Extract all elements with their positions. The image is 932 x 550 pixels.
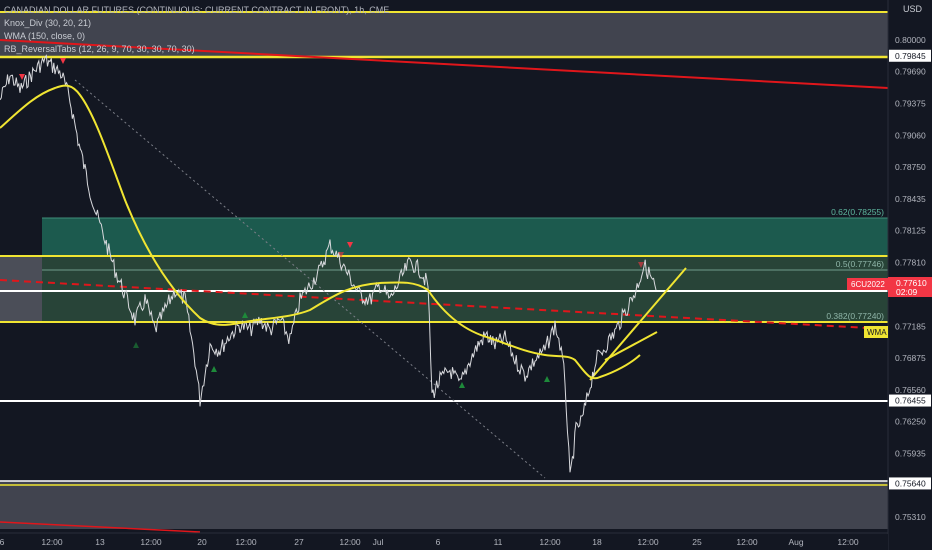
chart-legend: CANADIAN DOLLAR FUTURES (CONTINUOUS: CUR… bbox=[4, 4, 389, 56]
fib-label-5: 0.5(0.77746) bbox=[836, 259, 884, 269]
time-tick-label: Aug bbox=[788, 537, 803, 547]
fib-label-382: 0.382(0.77240) bbox=[826, 311, 884, 321]
price-level-label: 0.76455 bbox=[895, 396, 926, 406]
price-axis[interactable] bbox=[888, 0, 932, 550]
price-tick-label: 0.75310 bbox=[895, 512, 926, 522]
price-tick-label: 0.75935 bbox=[895, 448, 926, 458]
price-level-label: 0.75640 bbox=[895, 478, 926, 488]
indicator-wma[interactable]: WMA (150, close, 0) bbox=[4, 30, 389, 43]
price-tick-label: 0.78125 bbox=[895, 226, 926, 236]
price-tick-label: 0.76560 bbox=[895, 385, 926, 395]
price-tick-label: 0.76875 bbox=[895, 353, 926, 363]
time-tick-label: 12:00 bbox=[140, 537, 162, 547]
fib-label-62: 0.62(0.78255) bbox=[831, 207, 884, 217]
up-signal-marker bbox=[211, 366, 217, 372]
time-tick-label: 6 bbox=[0, 537, 5, 547]
time-tick-label: 12:00 bbox=[736, 537, 758, 547]
price-tick-label: 0.77810 bbox=[895, 258, 926, 268]
chart-canvas[interactable]: 0.62(0.78255) 0.5(0.77746) 0.382(0.77240… bbox=[0, 0, 932, 550]
price-tick-label: 0.79060 bbox=[895, 131, 926, 141]
price-tick-label: 0.79375 bbox=[895, 99, 926, 109]
current-price-countdown: 02:09 bbox=[896, 287, 918, 297]
time-tick-label: 27 bbox=[294, 537, 304, 547]
time-tick-label: 12:00 bbox=[539, 537, 561, 547]
time-tick-label: 6 bbox=[436, 537, 441, 547]
lower-gray-band bbox=[0, 481, 888, 529]
fib-zone-upper bbox=[42, 218, 888, 256]
price-tick-label: 0.78435 bbox=[895, 194, 926, 204]
wma-label: WMA bbox=[867, 328, 887, 337]
time-tick-label: 12:00 bbox=[637, 537, 659, 547]
indicator-reversal-tabs[interactable]: RB_ReversalTabs (12, 26, 9, 70, 30, 30, … bbox=[4, 43, 389, 56]
price-tick-label: 0.77185 bbox=[895, 321, 926, 331]
symbol-label: 6CU2022 bbox=[851, 280, 885, 289]
time-tick-label: 12:00 bbox=[235, 537, 257, 547]
up-signal-marker bbox=[544, 376, 550, 382]
time-tick-label: 13 bbox=[95, 537, 105, 547]
price-tick-label: 0.76250 bbox=[895, 416, 926, 426]
time-tick-label: 12:00 bbox=[837, 537, 859, 547]
time-tick-label: 20 bbox=[197, 537, 207, 547]
indicator-knox-div[interactable]: Knox_Div (30, 20, 21) bbox=[4, 17, 389, 30]
symbol-title[interactable]: CANADIAN DOLLAR FUTURES (CONTINUOUS: CUR… bbox=[4, 4, 389, 17]
chart-window[interactable]: 0.62(0.78255) 0.5(0.77746) 0.382(0.77240… bbox=[0, 0, 932, 550]
time-tick-label: 25 bbox=[692, 537, 702, 547]
up-signal-marker bbox=[459, 382, 465, 388]
time-tick-label: 12:00 bbox=[339, 537, 361, 547]
currency-label: USD bbox=[902, 4, 922, 14]
time-tick-label: 11 bbox=[494, 537, 503, 547]
price-tick-label: 0.78750 bbox=[895, 162, 926, 172]
time-tick-label: 12:00 bbox=[41, 537, 63, 547]
up-signal-marker bbox=[133, 342, 139, 348]
price-level-label: 0.79845 bbox=[895, 51, 926, 61]
price-tick-label: 0.80000 bbox=[895, 35, 926, 45]
down-signal-marker bbox=[60, 58, 66, 64]
left-gray-band bbox=[0, 256, 42, 323]
price-tick-label: 0.79690 bbox=[895, 67, 926, 77]
time-tick-label: Jul bbox=[373, 537, 384, 547]
time-tick-label: 18 bbox=[592, 537, 602, 547]
